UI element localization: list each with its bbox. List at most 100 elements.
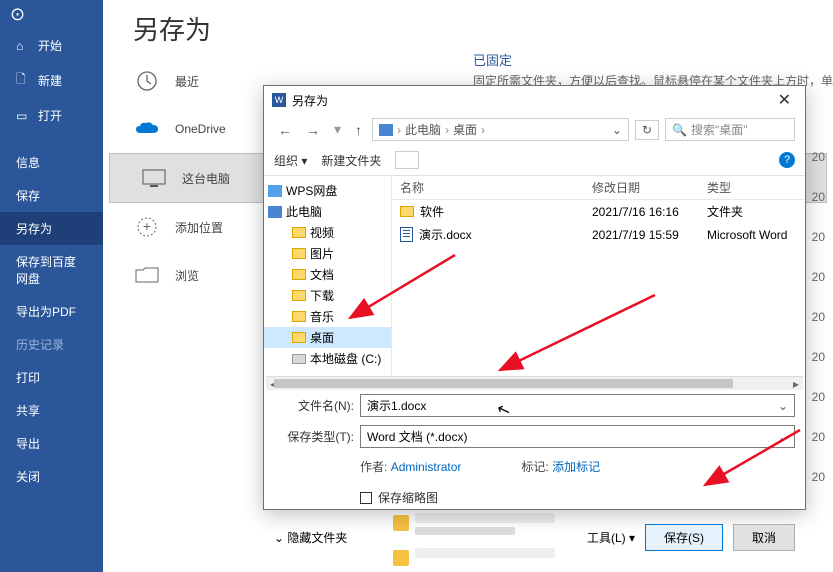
filetype-row: 保存类型(T): Word 文档 (*.docx)⌄ bbox=[264, 421, 805, 452]
cancel-button[interactable]: 取消 bbox=[733, 524, 795, 551]
tree-documents[interactable]: 文档 bbox=[264, 264, 391, 285]
dialog-footer: ⌄ 隐藏文件夹 工具(L) ▾ 保存(S) 取消 bbox=[264, 506, 805, 551]
tree-label: 图片 bbox=[310, 245, 334, 262]
file-type: Microsoft Word bbox=[707, 225, 805, 245]
tree-music[interactable]: 音乐 bbox=[264, 306, 391, 327]
file-type: 文件夹 bbox=[707, 200, 805, 223]
nav-export[interactable]: 导出 bbox=[0, 427, 103, 460]
folder-icon bbox=[292, 332, 306, 343]
help-button[interactable]: ? bbox=[779, 152, 795, 168]
thumbnail-label: 保存缩略图 bbox=[378, 489, 438, 506]
tree-videos[interactable]: 视频 bbox=[264, 222, 391, 243]
folder-icon bbox=[400, 206, 414, 217]
tree-local-c[interactable]: 本地磁盘 (C:) bbox=[264, 348, 391, 369]
onedrive-icon bbox=[133, 117, 161, 141]
cloud-icon bbox=[268, 185, 282, 197]
nav-up-button[interactable]: ↑ bbox=[351, 120, 366, 140]
tree-label: 下载 bbox=[310, 287, 334, 304]
tools-menu[interactable]: 工具(L) ▾ bbox=[587, 529, 635, 546]
nav-back-button[interactable]: ← bbox=[274, 120, 296, 140]
file-date: 2021/7/16 16:16 bbox=[592, 202, 707, 222]
nav-save[interactable]: 保存 bbox=[0, 179, 103, 212]
folder-icon bbox=[292, 227, 306, 238]
nav-label: 打印 bbox=[16, 369, 40, 386]
nav-start[interactable]: ⌂开始 bbox=[0, 29, 103, 62]
chevron-right-icon: › bbox=[445, 123, 449, 137]
folder-icon bbox=[292, 290, 306, 301]
col-name-header[interactable]: 名称 bbox=[392, 176, 592, 199]
pc-icon bbox=[268, 206, 282, 218]
nav-label: 导出 bbox=[16, 435, 40, 452]
nav-print[interactable]: 打印 bbox=[0, 361, 103, 394]
tree-desktop[interactable]: 桌面 bbox=[264, 327, 391, 348]
thumbnail-checkbox[interactable] bbox=[360, 492, 372, 504]
chevron-right-icon: › bbox=[481, 123, 485, 137]
dialog-close-button[interactable]: ✕ bbox=[772, 90, 797, 110]
tree-downloads[interactable]: 下载 bbox=[264, 285, 391, 306]
nav-open[interactable]: ▭打开 bbox=[0, 99, 103, 132]
nav-new[interactable]: 🗋新建 bbox=[0, 62, 103, 99]
nav-info[interactable]: 信息 bbox=[0, 146, 103, 179]
new-folder-button[interactable]: 新建文件夹 bbox=[321, 152, 381, 169]
breadcrumb[interactable]: › 此电脑 › 桌面 › ⌄ bbox=[372, 118, 629, 141]
location-label: OneDrive bbox=[175, 122, 226, 136]
tree-wps[interactable]: WPS网盘 bbox=[264, 180, 391, 201]
filetype-value: Word 文档 (*.docx) bbox=[367, 428, 467, 445]
nav-close[interactable]: 关闭 bbox=[0, 460, 103, 493]
filename-value: 演示1.docx bbox=[367, 397, 426, 414]
save-button[interactable]: 保存(S) bbox=[645, 524, 723, 551]
tree-this-pc[interactable]: 此电脑 bbox=[264, 201, 391, 222]
organize-menu[interactable]: 组织 ▾ bbox=[274, 152, 307, 169]
new-icon: 🗋 bbox=[16, 70, 30, 91]
nav-label: 共享 bbox=[16, 402, 40, 419]
nav-forward-button[interactable]: → bbox=[302, 120, 324, 140]
search-icon: 🔍 bbox=[672, 123, 687, 137]
refresh-button[interactable]: ↻ bbox=[635, 120, 659, 140]
pinned-header: 已固定 bbox=[473, 50, 833, 69]
dialog-nav-bar: ← → ▾ ↑ › 此电脑 › 桌面 › ⌄ ↻ 🔍 搜索"桌面" bbox=[264, 114, 805, 145]
file-date: 2021/7/19 15:59 bbox=[592, 225, 707, 245]
meta-row: 作者: Administrator 标记: 添加标记 bbox=[264, 452, 805, 475]
chevron-down-icon[interactable]: ⌄ bbox=[778, 399, 788, 413]
file-name: 软件 bbox=[420, 203, 444, 220]
tree-pictures[interactable]: 图片 bbox=[264, 243, 391, 264]
back-button[interactable]: ⊙ bbox=[0, 0, 103, 29]
list-item[interactable]: 软件 2021/7/16 16:16 文件夹 bbox=[392, 200, 805, 223]
add-location-icon: + bbox=[133, 215, 161, 239]
author-value[interactable]: Administrator bbox=[391, 460, 462, 474]
col-type-header[interactable]: 类型 bbox=[707, 176, 805, 199]
chevron-down-icon[interactable]: ⌄ bbox=[612, 123, 622, 137]
list-item[interactable]: 演示.docx 2021/7/19 15:59 Microsoft Word bbox=[392, 223, 805, 246]
tree-label: 此电脑 bbox=[286, 203, 322, 220]
search-input[interactable]: 🔍 搜索"桌面" bbox=[665, 118, 795, 141]
thumbnail-row: 保存缩略图 bbox=[264, 475, 805, 506]
chevron-down-icon[interactable]: ⌄ bbox=[778, 430, 788, 444]
scrollbar-thumb[interactable] bbox=[274, 379, 733, 388]
nav-label: 历史记录 bbox=[16, 336, 64, 353]
view-button[interactable] bbox=[395, 151, 419, 169]
nav-label: 保存到百度网盘 bbox=[16, 253, 87, 287]
tags-label: 标记: bbox=[521, 460, 548, 474]
folder-icon bbox=[292, 248, 306, 259]
home-icon: ⌂ bbox=[16, 39, 30, 53]
location-label: 最近 bbox=[175, 73, 199, 90]
crumb-this-pc[interactable]: 此电脑 bbox=[405, 121, 441, 138]
filename-field[interactable]: 演示1.docx ⌄ bbox=[360, 394, 795, 417]
folder-icon bbox=[292, 269, 306, 280]
horizontal-scrollbar[interactable]: ◂ ▸ bbox=[266, 376, 803, 390]
pc-icon bbox=[379, 124, 393, 136]
filename-row: 文件名(N): 演示1.docx⌄ bbox=[264, 390, 805, 421]
nav-export-pdf[interactable]: 导出为PDF bbox=[0, 295, 103, 328]
tags-value[interactable]: 添加标记 bbox=[552, 460, 600, 474]
nav-label: 保存 bbox=[16, 187, 40, 204]
crumb-desktop[interactable]: 桌面 bbox=[453, 121, 477, 138]
nav-save-baidu[interactable]: 保存到百度网盘 bbox=[0, 245, 103, 295]
filetype-field[interactable]: Word 文档 (*.docx) ⌄ bbox=[360, 425, 795, 448]
tree-label: 桌面 bbox=[310, 329, 334, 346]
nav-save-as[interactable]: 另存为 bbox=[0, 212, 103, 245]
col-date-header[interactable]: 修改日期 bbox=[592, 176, 707, 199]
hide-folders-toggle[interactable]: ⌄ 隐藏文件夹 bbox=[274, 529, 347, 546]
scroll-right-icon[interactable]: ▸ bbox=[789, 377, 803, 390]
svg-text:+: + bbox=[143, 218, 151, 234]
nav-share[interactable]: 共享 bbox=[0, 394, 103, 427]
